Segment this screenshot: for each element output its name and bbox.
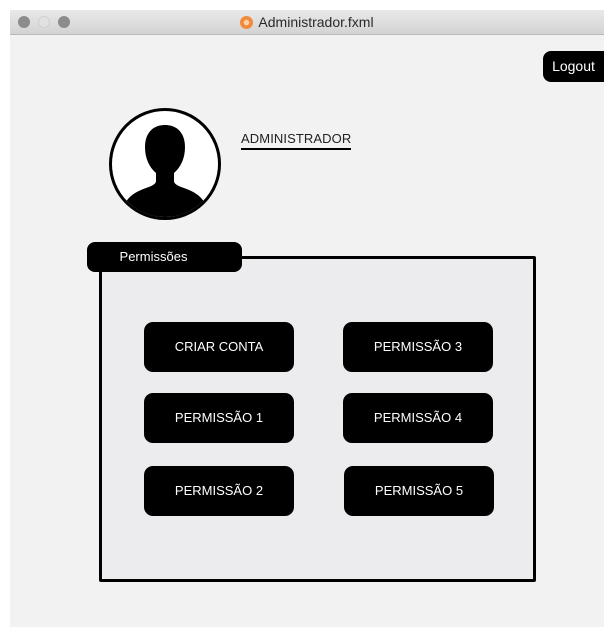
logout-button[interactable]: Logout bbox=[543, 51, 604, 82]
app-window: Administrador.fxml Logout ADMINISTRADOR … bbox=[10, 10, 604, 627]
admin-name-label[interactable]: ADMINISTRADOR bbox=[241, 131, 352, 150]
app-icon bbox=[240, 16, 254, 29]
title-bar[interactable]: Administrador.fxml bbox=[10, 10, 604, 35]
window-title-container: Administrador.fxml bbox=[10, 13, 604, 31]
permission-1-button[interactable]: PERMISSÃO 1 bbox=[144, 393, 294, 443]
avatar bbox=[109, 108, 221, 220]
permission-4-button[interactable]: PERMISSÃO 4 bbox=[343, 393, 493, 443]
window-title: Administrador.fxml bbox=[258, 14, 374, 30]
create-account-button[interactable]: CRIAR CONTA bbox=[144, 322, 294, 372]
permissions-tab: Permissões bbox=[87, 242, 242, 272]
permission-2-button[interactable]: PERMISSÃO 2 bbox=[144, 466, 294, 516]
user-silhouette-icon bbox=[120, 125, 210, 217]
permission-3-button[interactable]: PERMISSÃO 3 bbox=[343, 322, 493, 372]
permission-5-button[interactable]: PERMISSÃO 5 bbox=[344, 466, 494, 516]
